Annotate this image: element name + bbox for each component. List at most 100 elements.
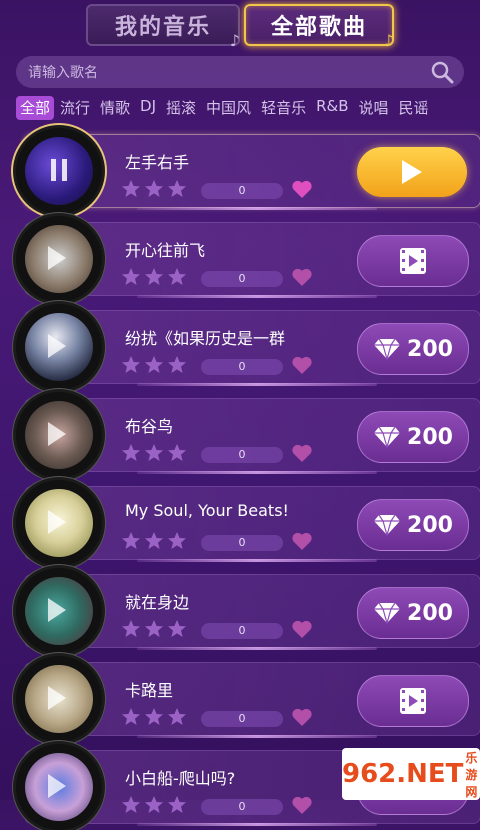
heart-icon[interactable] — [291, 795, 313, 815]
song-row[interactable]: 就在身边 0 200 — [16, 568, 480, 654]
album-disc[interactable] — [16, 216, 102, 302]
play-overlay-icon — [48, 246, 66, 270]
song-title: 开心往前飞 — [125, 241, 206, 260]
song-title: 布谷鸟 — [125, 417, 174, 436]
heart-icon[interactable] — [291, 355, 313, 375]
play-button[interactable] — [357, 147, 467, 197]
score-progress: 0 — [201, 271, 283, 287]
play-overlay-icon — [48, 422, 66, 446]
star-icon — [122, 532, 140, 549]
song-row[interactable]: 卡路里 0 — [16, 656, 480, 742]
genre-tab[interactable]: R&B — [312, 96, 352, 120]
song-title: 小白船-爬山吗? — [125, 769, 236, 788]
divider-line — [137, 207, 377, 210]
genre-tab[interactable]: 民谣 — [395, 96, 433, 120]
score-progress: 0 — [201, 623, 283, 639]
star-icon — [168, 356, 186, 373]
song-row[interactable]: My Soul, Your Beats! 0 200 — [16, 480, 480, 566]
score-progress: 0 — [201, 799, 283, 815]
music-note-icon: ♪ — [229, 31, 242, 50]
divider-line — [137, 383, 377, 386]
star-rating — [122, 356, 186, 373]
watermark-logo: 962.NET 乐游网 — [342, 748, 480, 800]
genre-tab[interactable]: 全部 — [16, 96, 55, 120]
tab-all-songs[interactable]: 全部歌曲 ♪ — [244, 4, 394, 50]
genre-tab[interactable]: 情歌 — [96, 96, 134, 120]
genre-tab[interactable]: 轻音乐 — [257, 96, 310, 120]
album-disc[interactable] — [16, 568, 102, 654]
song-title: 纷扰《如果历史是一群 — [125, 329, 286, 348]
star-icon — [122, 180, 140, 197]
star-icon — [168, 444, 186, 461]
star-rating — [122, 708, 186, 725]
song-title: 就在身边 — [125, 593, 190, 612]
buy-with-diamonds-button[interactable]: 200 — [357, 499, 469, 551]
star-icon — [122, 268, 140, 285]
diamond-icon — [374, 426, 401, 448]
play-icon — [402, 160, 422, 184]
album-disc[interactable] — [16, 480, 102, 566]
divider-line — [137, 647, 377, 650]
star-rating — [122, 268, 186, 285]
search-input[interactable] — [26, 56, 420, 90]
buy-with-diamonds-button[interactable]: 200 — [357, 587, 469, 639]
play-overlay-icon — [48, 686, 66, 710]
genre-tabs: 全部 流行 情歌 DJ 摇滚 中国风 轻音乐 R&B 说唱 民谣 — [16, 96, 480, 120]
price-label: 200 — [407, 336, 453, 362]
song-row[interactable]: 左手右手 0 — [16, 128, 480, 214]
song-row[interactable]: 开心往前飞 0 — [16, 216, 480, 302]
score-progress: 0 — [201, 535, 283, 551]
star-icon — [145, 532, 163, 549]
star-rating — [122, 620, 186, 637]
divider-line — [137, 735, 377, 738]
play-overlay-icon — [48, 510, 66, 534]
price-label: 200 — [407, 600, 453, 626]
video-icon — [400, 688, 426, 714]
album-disc[interactable] — [16, 392, 102, 478]
song-title: 左手右手 — [125, 153, 190, 172]
watch-video-button[interactable] — [357, 675, 469, 727]
album-disc[interactable] — [16, 304, 102, 390]
album-disc[interactable] — [16, 128, 102, 214]
tab-my-music[interactable]: 我的音乐 ♪ — [86, 4, 240, 50]
star-icon — [168, 796, 186, 813]
star-icon — [122, 620, 140, 637]
star-rating — [122, 444, 186, 461]
diamond-icon — [374, 338, 401, 360]
star-icon — [145, 708, 163, 725]
tab-all-songs-label: 全部歌曲 — [270, 15, 367, 40]
play-overlay-icon — [48, 598, 66, 622]
genre-tab[interactable]: 摇滚 — [162, 96, 200, 120]
watch-video-button[interactable] — [357, 235, 469, 287]
album-disc[interactable] — [16, 656, 102, 742]
heart-icon[interactable] — [291, 531, 313, 551]
heart-icon[interactable] — [291, 267, 313, 287]
search-icon[interactable] — [430, 60, 454, 84]
star-icon — [168, 532, 186, 549]
song-row[interactable]: 布谷鸟 0 200 — [16, 392, 480, 478]
genre-tab[interactable]: 说唱 — [355, 96, 393, 120]
star-icon — [168, 268, 186, 285]
heart-icon[interactable] — [291, 443, 313, 463]
heart-icon[interactable] — [291, 179, 313, 199]
star-icon — [122, 796, 140, 813]
tab-my-music-label: 我的音乐 — [114, 15, 211, 40]
heart-icon[interactable] — [291, 707, 313, 727]
genre-tab[interactable]: 中国风 — [202, 96, 255, 120]
album-disc[interactable] — [16, 744, 102, 830]
buy-with-diamonds-button[interactable]: 200 — [357, 411, 469, 463]
diamond-icon — [374, 602, 401, 624]
genre-tab[interactable]: 流行 — [56, 96, 94, 120]
diamond-icon — [374, 514, 401, 536]
star-icon — [145, 180, 163, 197]
buy-with-diamonds-button[interactable]: 200 — [357, 323, 469, 375]
star-icon — [145, 620, 163, 637]
video-icon — [400, 248, 426, 274]
genre-tab[interactable]: DJ — [136, 96, 160, 120]
heart-icon[interactable] — [291, 619, 313, 639]
play-overlay-icon — [48, 334, 66, 358]
pause-icon — [51, 159, 67, 181]
song-row[interactable]: 纷扰《如果历史是一群 0 200 — [16, 304, 480, 390]
price-label: 200 — [407, 424, 453, 450]
star-icon — [122, 708, 140, 725]
